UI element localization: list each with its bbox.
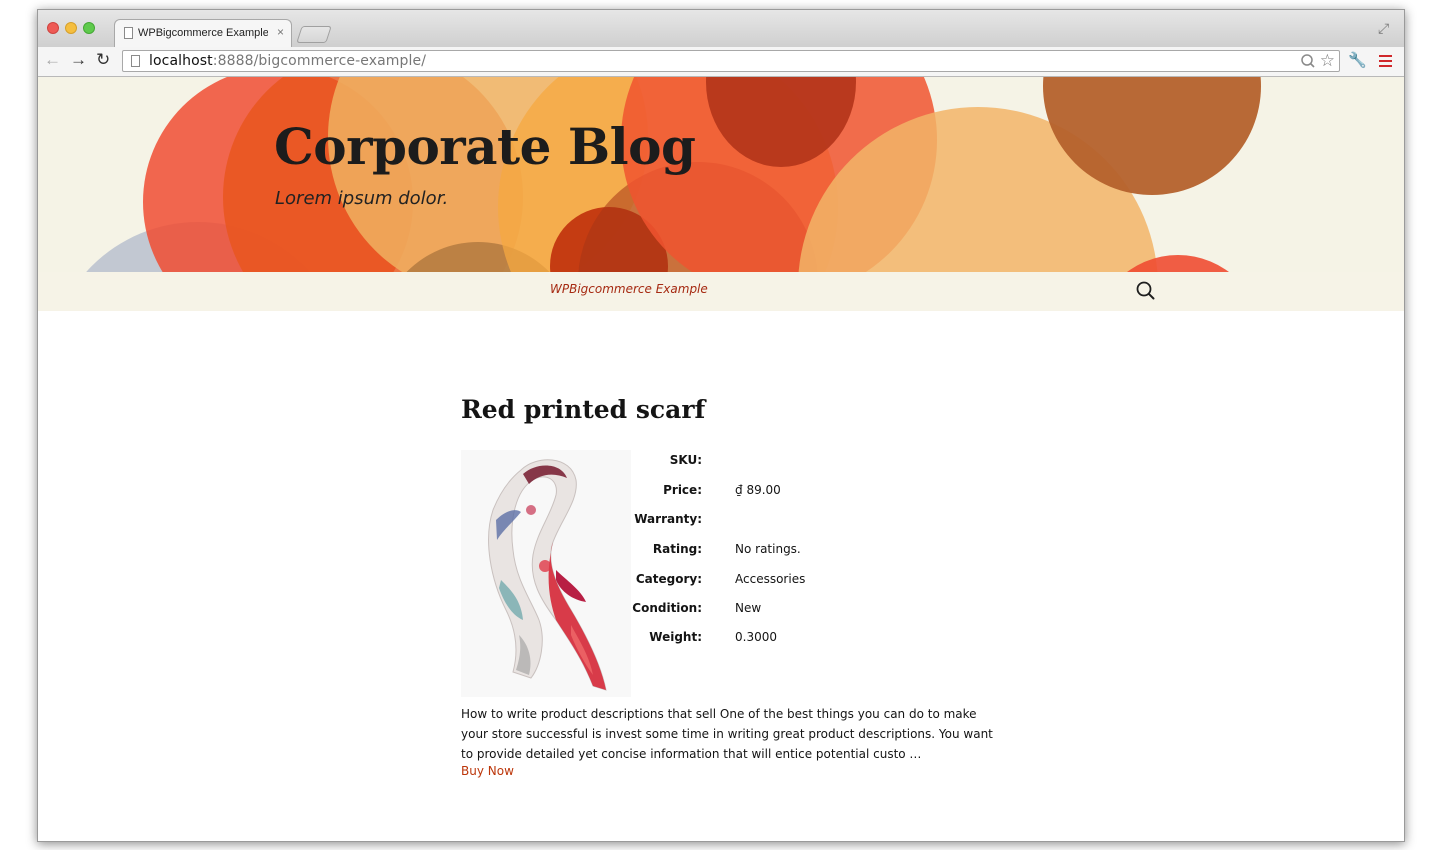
detail-row-rating: Rating: No ratings. [628,542,848,562]
site-description: Lorem ipsum dolor. [275,188,449,209]
url-path: :8888/bigcommerce-example/ [212,53,427,69]
address-bar[interactable]: localhost:8888/bigcommerce-example/ ☆ [122,50,1340,72]
detail-row-category: Category: Accessories [628,572,848,592]
detail-row-condition: Condition: New [628,601,848,621]
window-controls [47,22,95,34]
detail-label: Price: [663,483,702,497]
detail-row-price: Price: ₫ 89.00 [628,483,848,503]
detail-value: New [735,601,762,615]
search-icon[interactable] [1135,280,1157,302]
page-icon [124,27,133,39]
url-text: localhost:8888/bigcommerce-example/ [149,53,426,69]
detail-value: No ratings. [735,542,801,556]
browser-toolbar: ← → ↻ localhost:8888/bigcommerce-example… [38,47,1404,77]
detail-label: SKU: [669,453,702,467]
browser-window: WPBigcommerce Example × ⤢ ← → ↻ localhos… [37,9,1405,842]
detail-row-sku: SKU: [628,453,848,473]
minimize-window-button[interactable] [65,22,77,34]
zoom-icon[interactable] [1300,51,1316,71]
omnibox-actions: ☆ [1300,51,1335,71]
detail-label: Weight: [649,630,702,644]
bookmark-star-icon[interactable]: ☆ [1320,51,1335,71]
buy-now-link[interactable]: Buy Now [461,764,514,778]
nav-link-home[interactable]: WPBigcommerce Example [550,282,708,296]
page-icon [131,55,140,67]
menu-icon[interactable] [1379,55,1392,70]
url-host: localhost [149,53,213,69]
site-title[interactable]: Corporate Blog [274,117,696,176]
new-tab-button[interactable] [296,26,332,43]
browser-tab[interactable]: WPBigcommerce Example × [114,19,292,47]
page-viewport: Corporate Blog Lorem ipsum dolor. WPBigc… [38,77,1404,841]
back-icon[interactable]: ← [44,51,61,69]
product-description: How to write product descriptions that s… [461,707,993,761]
site-navigation: WPBigcommerce Example [38,272,1404,311]
wrench-icon[interactable]: 🔧 [1348,51,1367,69]
detail-value: Accessories [735,572,806,586]
fullscreen-icon[interactable]: ⤢ [1378,20,1389,37]
detail-label: Category: [635,572,702,586]
detail-row-weight: Weight: 0.3000 [628,630,848,650]
product-image[interactable] [461,450,631,697]
forward-icon[interactable]: → [70,51,87,69]
detail-value: ₫ 89.00 [735,483,781,497]
tab-close-icon[interactable]: × [277,26,284,38]
site-header: Corporate Blog Lorem ipsum dolor. [38,77,1404,272]
zoom-window-button[interactable] [83,22,95,34]
reload-icon[interactable]: ↻ [96,51,110,69]
tab-strip: WPBigcommerce Example × ⤢ [38,10,1404,47]
detail-label: Warranty: [634,512,702,526]
close-window-button[interactable] [47,22,59,34]
post-title[interactable]: Red printed scarf [461,395,705,424]
detail-value: 0.3000 [735,630,777,644]
detail-label: Condition: [632,601,702,615]
detail-row-warranty: Warranty: [628,512,848,532]
scarf-image [488,459,607,691]
tab-title: WPBigcommerce Example [138,27,268,39]
detail-label: Rating: [652,542,702,556]
